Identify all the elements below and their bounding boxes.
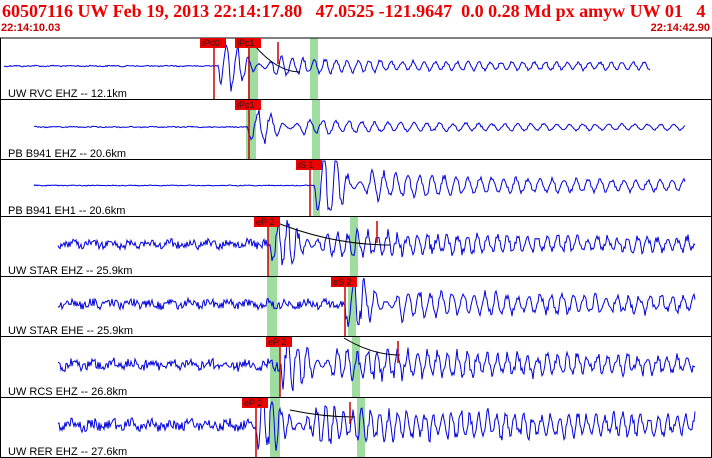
station-label: UW RER EHZ -- 27.6km xyxy=(8,446,127,458)
pick-label: iPc1 xyxy=(237,100,255,110)
pick-label: eP 2 xyxy=(256,217,274,227)
station-label: UW STAR EHE -- 25.9km xyxy=(8,325,133,337)
pick-label: iPc1 xyxy=(237,38,255,48)
station-label: PB B941 EHZ -- 20.6km xyxy=(8,148,126,160)
pick-label: iPd0 xyxy=(202,38,220,48)
station-label: PB B941 EH1 -- 20.6km xyxy=(8,205,125,217)
waveform xyxy=(57,341,696,392)
trace-labels: UW RVC EHZ -- 12.1km PB B941 EHZ -- 20.6k… xyxy=(8,88,133,458)
coda-curve xyxy=(289,409,356,418)
waveform xyxy=(34,109,686,145)
waveform xyxy=(3,43,651,92)
pick-label: eS 2 xyxy=(333,277,352,287)
waveform xyxy=(57,398,696,451)
analysis-windows xyxy=(246,38,365,458)
analysis-window xyxy=(350,217,358,277)
pick-label: iS 1 xyxy=(298,160,314,170)
analysis-window xyxy=(312,100,320,160)
pick-label: eP 2 xyxy=(268,337,286,347)
seismogram-panel: UW RVC EHZ -- 12.1km PB B941 EHZ -- 20.6k… xyxy=(0,37,712,458)
station-label: UW STAR EHZ -- 25.9km xyxy=(8,265,132,277)
waveform xyxy=(57,277,696,328)
waveform xyxy=(33,160,686,211)
pick-lines xyxy=(213,38,346,458)
pick-label: eP 2 xyxy=(244,398,262,408)
station-label: UW RCS EHZ -- 26.8km xyxy=(8,386,127,398)
station-label: UW RVC EHZ -- 12.1km xyxy=(8,88,127,100)
